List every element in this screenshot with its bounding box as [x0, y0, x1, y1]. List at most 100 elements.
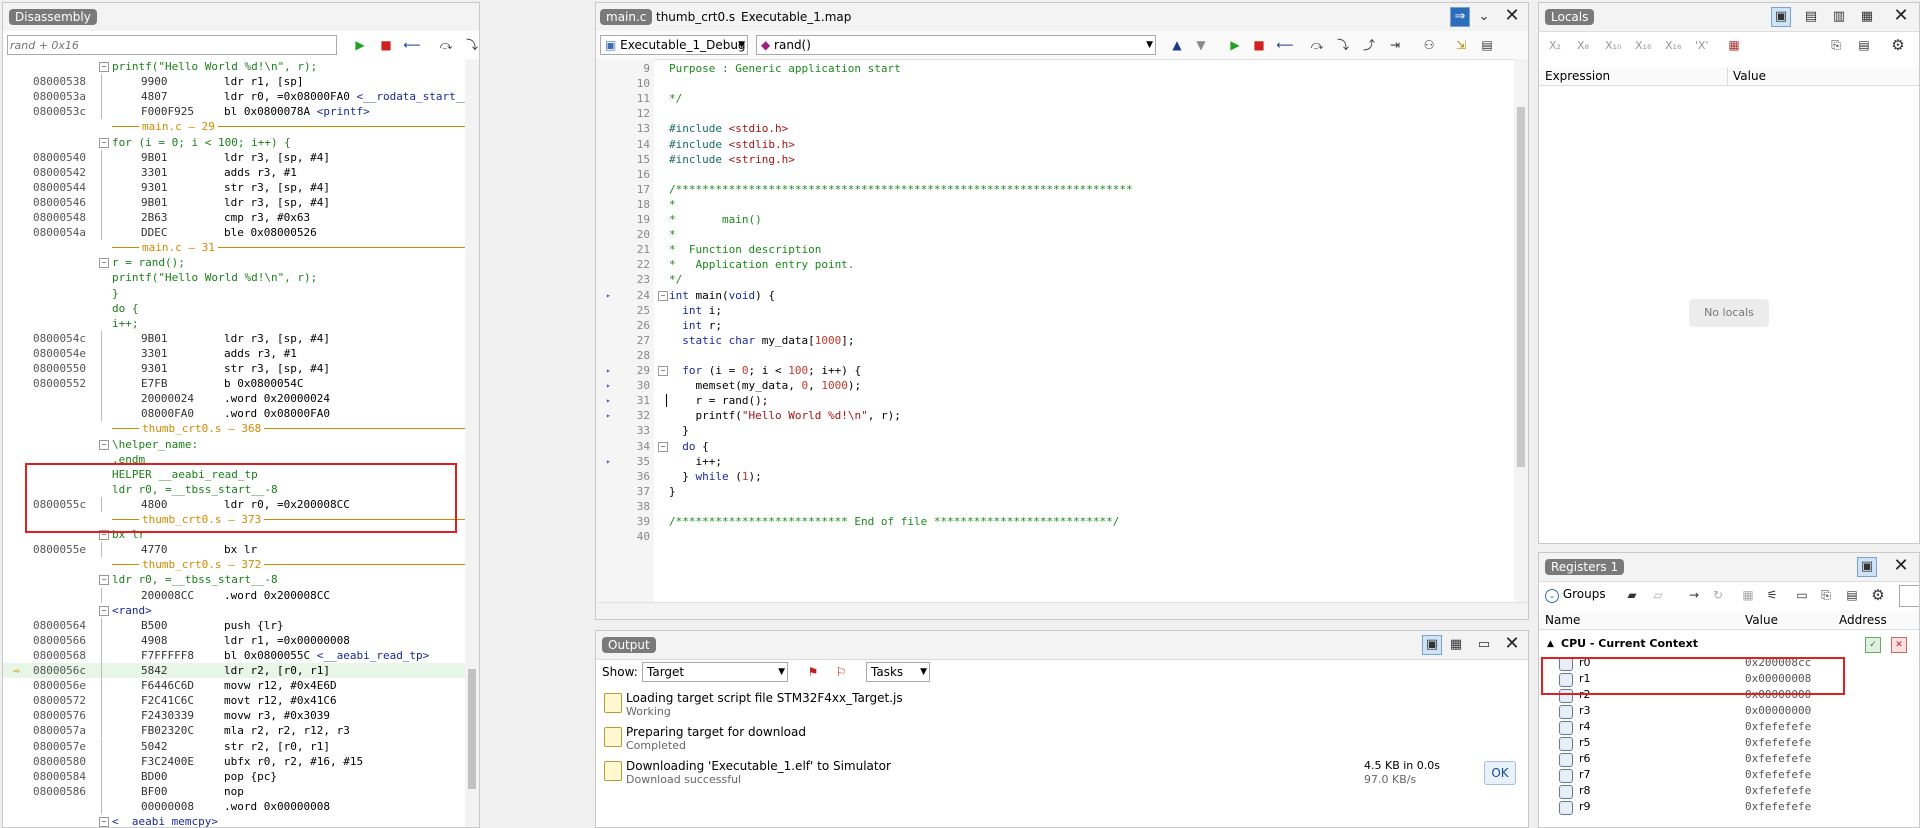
code-line[interactable]: 17 /*************************************…	[596, 182, 1514, 197]
disassembly-line[interactable]: thumb_crt0.s — 372	[3, 557, 479, 573]
disassembly-line[interactable]: 08000550 9301 str r3, [sp, #4]	[3, 361, 465, 376]
code-line[interactable]: 36 } while (1);	[596, 469, 1514, 484]
fold-icon[interactable]: −	[99, 439, 109, 450]
register-row[interactable]: r7 0xfefefefe	[1539, 767, 1919, 783]
fold-icon[interactable]: −	[99, 605, 109, 616]
locals-view-icon[interactable]: ▣	[1771, 7, 1791, 27]
breakpoint-marker-icon[interactable]: ▸	[606, 378, 611, 393]
grid-icon[interactable]: ▦	[1739, 586, 1757, 604]
disassembly-line[interactable]: 0800054e 3301 adds r3, #1	[3, 345, 465, 361]
code-line[interactable]: 37}	[596, 484, 1514, 499]
disassembly-line[interactable]: 0800054a DDEC ble 0x08000526	[3, 225, 465, 241]
disassembly-line[interactable]: 08000544 9301 str r3, [sp, #4]	[3, 179, 465, 195]
fold-icon[interactable]: −	[99, 258, 109, 269]
disassembly-line[interactable]: 0800056e F6446C6D movw r12, #0x4E6D	[3, 678, 465, 694]
paste-icon[interactable]: ▤	[1843, 586, 1861, 604]
code-line[interactable]: 14 #include <stdlib.h>	[596, 137, 1514, 152]
disassembly-line[interactable]: printf("Hello World %d!\n", r); −	[3, 59, 465, 74]
code-line[interactable]: 15 #include <string.h>	[596, 152, 1514, 167]
close-icon[interactable]: ✕	[1502, 6, 1522, 26]
disassembly-line[interactable]: 08000580 F3C2400E ubfx r0, r2, #16, #15	[3, 753, 465, 769]
run-icon[interactable]: ▶	[351, 36, 369, 54]
fold-icon[interactable]: −	[99, 817, 109, 827]
call-stack-icon[interactable]: ▦	[1857, 7, 1877, 27]
goto-arrow-icon[interactable]: ⇒	[1450, 7, 1470, 27]
disassembly-line[interactable]: r = rand(); −	[3, 255, 465, 270]
breakpoint-marker-icon[interactable]: ▸	[606, 408, 611, 423]
disassembly-line[interactable]: thumb_crt0.s — 368	[3, 421, 479, 437]
disassembly-line[interactable]: 200008CC .word 0x200008CC	[3, 587, 465, 603]
disassembly-line[interactable]: 08000552 E7FB b 0x0800054C	[3, 376, 465, 392]
watch-icon[interactable]: ▤	[1801, 7, 1821, 27]
code-line[interactable]: 28	[596, 348, 1514, 363]
disassembly-line[interactable]: 08000546 9B01 ldr r3, [sp, #4]	[3, 194, 465, 210]
filter-error-icon[interactable]: ⚑	[804, 663, 822, 681]
register-search-input[interactable]	[1899, 585, 1919, 607]
col-expression[interactable]: Expression	[1545, 67, 1610, 85]
window-icon[interactable]: ▭	[1793, 586, 1811, 604]
chart-icon[interactable]: ⚟	[1763, 586, 1781, 604]
code-line[interactable]: 21 * Function description	[596, 242, 1514, 257]
tasks-select[interactable]: Tasks ▼	[866, 662, 930, 682]
disassembly-line[interactable]: 0800054c 9B01 ldr r3, [sp, #4]	[3, 330, 465, 346]
code-line[interactable]: 12	[596, 106, 1514, 121]
run-to-cursor-icon[interactable]: ⇲	[1452, 36, 1470, 54]
fold-icon[interactable]: −	[658, 441, 668, 452]
col-divider[interactable]	[1727, 67, 1728, 85]
disassembly-line[interactable]: 08000538 9900 ldr r1, [sp]	[3, 74, 465, 90]
build-config-select[interactable]: ▣ Executable_1_Debug ▼	[600, 35, 748, 55]
col-value[interactable]: Value	[1745, 611, 1778, 629]
format-hex-signed-button[interactable]: X₁₆	[1665, 39, 1681, 52]
col-value[interactable]: Value	[1733, 67, 1766, 85]
col-name[interactable]: Name	[1545, 611, 1580, 629]
copy-icon[interactable]: ⎘	[1827, 36, 1845, 54]
format-binary-button[interactable]: X₂	[1549, 39, 1561, 52]
chip-icon[interactable]: ▰	[1623, 586, 1641, 604]
symbol-link[interactable]: <__rodata_start__>	[356, 90, 475, 103]
close-icon[interactable]: ✕	[1891, 556, 1911, 576]
code-line[interactable]: 13 #include <stdio.h>	[596, 121, 1514, 136]
copy-icon[interactable]: ⎘	[1817, 586, 1835, 604]
code-line[interactable]: 38	[596, 499, 1514, 514]
col-address[interactable]: Address	[1839, 611, 1887, 629]
editor-code[interactable]: 9 Purpose : Generic application start 10 11…	[596, 61, 1514, 603]
disassembly-line[interactable]: 08000FA0 .word 0x08000FA0	[3, 406, 465, 422]
fold-icon[interactable]: −	[99, 62, 109, 72]
code-line[interactable]: 30 ▸ memset(my_data, 0, 1000);	[596, 378, 1514, 393]
code-line[interactable]: 33 }	[596, 423, 1514, 438]
register-value[interactable]: 0xfefefefe	[1745, 751, 1811, 767]
register-row[interactable]: r6 0xfefefefe	[1539, 751, 1919, 767]
fold-icon[interactable]: −	[99, 137, 109, 148]
disassembly-line[interactable]: ldr r0, =__tbss_start__-8−	[3, 572, 465, 587]
back-icon[interactable]: ⟵	[1276, 36, 1294, 54]
filter-warning-icon[interactable]: ⚐	[832, 663, 850, 681]
register-value[interactable]: 0xfefefefe	[1745, 735, 1811, 751]
disassembly-line[interactable]: 0800053a 4807 ldr r0, =0x08000FA0 <__rodat…	[3, 89, 476, 105]
code-line[interactable]: 29 ▸ for (i = 0; i < 100; i++) {−	[596, 363, 1514, 378]
disassembly-line[interactable]: 08000576 F2430339 movw r3, #0x3039	[3, 708, 465, 724]
disassembly-line[interactable]: 08000568 F7FFFFF8 bl 0x0800055C <__aeabi_r…	[3, 647, 465, 663]
code-line[interactable]: 40	[596, 529, 1514, 544]
register-value[interactable]: 0xfefefefe	[1745, 799, 1811, 815]
disassembly-line[interactable]: <rand> −	[3, 603, 465, 618]
register-row[interactable]: r9 0xfefefefe	[1539, 799, 1919, 815]
disassembly-line[interactable]: 08000572 F2C41C6C movt r12, #0x41C6	[3, 693, 465, 709]
step-into-icon[interactable]: ⤵	[463, 36, 479, 54]
code-line[interactable]: 25 int i;	[596, 303, 1514, 318]
disassembly-line[interactable]: 0800056c 5842 ldr r2, [r0, r1] ⇨	[3, 663, 465, 678]
register-row[interactable]: r8 0xfefefefe	[1539, 783, 1919, 799]
register-row[interactable]: r5 0xfefefefe	[1539, 735, 1919, 751]
code-line[interactable]: 24 ▸ int main(void) {−	[596, 288, 1514, 303]
refresh-icon[interactable]: ↻	[1709, 586, 1727, 604]
code-line[interactable]: 27 static char my_data[1000];	[596, 333, 1514, 348]
register-value[interactable]: 0x00000000	[1745, 703, 1811, 719]
disassembly-line[interactable]: 0800057e 5042 str r2, [r0, r1]	[3, 738, 465, 754]
disassembly-line[interactable]: printf("Hello World %d!\n", r);	[3, 270, 465, 285]
disassembly-line[interactable]: for (i = 0; i < 100; i++) {−	[3, 135, 465, 150]
close-icon[interactable]: ✕	[1891, 637, 1907, 653]
editor-hscrollbar[interactable]	[596, 602, 1528, 619]
disassembly-line[interactable]: i++;	[3, 316, 465, 331]
tab-thumb-crt0[interactable]: thumb_crt0.s	[656, 10, 735, 24]
eraser-icon[interactable]: ▱	[1649, 586, 1667, 604]
register-row[interactable]: r4 0xfefefefe	[1539, 719, 1919, 735]
